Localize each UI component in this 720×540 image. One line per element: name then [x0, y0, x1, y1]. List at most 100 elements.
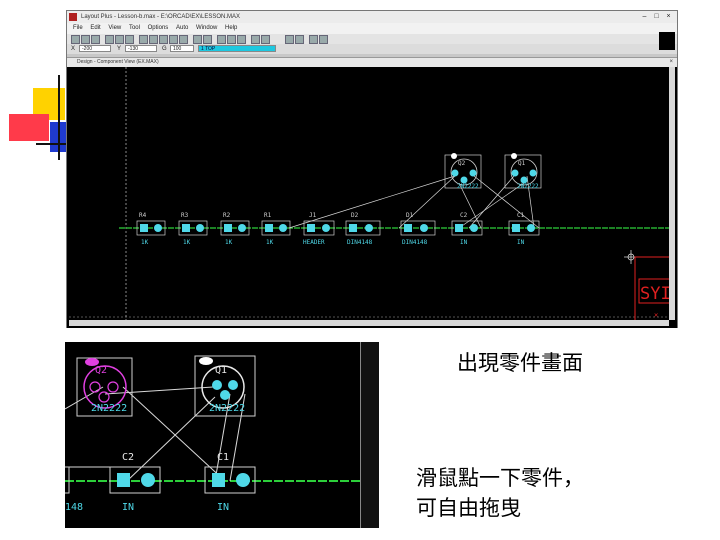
q1-ref: Q1 — [518, 160, 526, 167]
r4-value: 1K — [141, 239, 149, 246]
print-icon[interactable] — [91, 35, 100, 44]
q2-component[interactable]: Q2 2N2222 — [444, 153, 482, 190]
component-tool-icon[interactable] — [139, 35, 148, 44]
zoom-q1-value: 2N2222 — [209, 403, 245, 414]
j1-component[interactable]: J1 HEADER — [303, 212, 335, 246]
caption-drag-instruction: 滑鼠點一下零件， 可自由拖曳 — [416, 463, 584, 523]
autoplace-icon[interactable] — [237, 35, 246, 44]
r1-ref: R1 — [264, 212, 272, 219]
j1-ref: J1 — [309, 212, 317, 219]
minimize-button[interactable]: – — [640, 12, 649, 21]
maximize-button[interactable]: □ — [652, 12, 661, 21]
x-coordinate-field[interactable]: -200 — [79, 45, 111, 52]
c1-value: IN — [517, 239, 525, 246]
menu-auto[interactable]: Auto — [176, 25, 188, 31]
c2-component[interactable]: C2 IN — [451, 212, 483, 246]
menu-file[interactable]: File — [73, 25, 83, 31]
title-bar: Layout Plus - Lesson-b.max - E:\ORCAD\EX… — [67, 11, 677, 23]
menu-tool[interactable]: Tool — [129, 25, 140, 31]
zoomed-view-edge — [360, 342, 379, 528]
zoom-all-icon[interactable] — [125, 35, 134, 44]
r3-component[interactable]: R3 1K — [178, 212, 208, 246]
r3-ref: R3 — [181, 212, 189, 219]
r4-ref: R4 — [139, 212, 147, 219]
about-icon[interactable] — [319, 35, 328, 44]
pad-tool-icon[interactable] — [149, 35, 158, 44]
zoom-in-icon[interactable] — [105, 35, 114, 44]
menu-edit[interactable]: Edit — [90, 25, 100, 31]
symbol-block: SYI ✕ — [634, 256, 669, 320]
black-corner-panel — [659, 32, 675, 50]
r4-component[interactable]: R4 1K — [136, 212, 166, 246]
menu-window[interactable]: Window — [196, 25, 217, 31]
close-button[interactable]: × — [664, 12, 673, 21]
c2-ref: C2 — [460, 212, 468, 219]
r2-component[interactable]: R2 1K — [220, 212, 250, 246]
decor-horizontal-line — [36, 143, 66, 145]
zoom-c2-ref: C2 — [122, 452, 134, 463]
refresh-icon[interactable] — [261, 35, 270, 44]
obstacle-tool-icon[interactable] — [159, 35, 168, 44]
pcb-drawing: Q2 2N2222 Q1 2N2222 R4 1K R3 1K R2 1K R1… — [69, 67, 669, 320]
c1-component[interactable]: C1 IN — [508, 212, 540, 246]
c2-value: IN — [460, 239, 468, 246]
save-icon[interactable] — [81, 35, 90, 44]
menu-bar: File Edit View Tool Options Auto Window … — [67, 23, 677, 34]
error-icon[interactable] — [251, 35, 260, 44]
zoomed-drawing: Q2 2N2222 Q1 2N2222 C2 IN C1 IN 148 — [65, 355, 365, 513]
connection-tool-icon[interactable] — [179, 35, 188, 44]
d2-ref: D2 — [351, 212, 359, 219]
menu-view[interactable]: View — [108, 25, 121, 31]
pcb-canvas[interactable]: Q2 2N2222 Q1 2N2222 R4 1K R3 1K R2 1K R1… — [69, 67, 669, 320]
zoom-q2-ref: Q2 — [95, 365, 107, 376]
coordinate-bar: X -200 Y -130 G 100 1 TOP — [67, 44, 677, 54]
q1-component[interactable]: Q1 2N2222 — [504, 153, 542, 190]
zoom-q2-component[interactable]: Q2 2N2222 — [76, 357, 133, 417]
zoom-c1-component[interactable]: C1 IN — [204, 452, 256, 513]
zoomed-view: Q2 2N2222 Q1 2N2222 C2 IN C1 IN 148 — [65, 342, 378, 528]
zoom-c1-value: IN — [217, 502, 229, 513]
layer-color-icon[interactable] — [285, 35, 294, 44]
menu-help[interactable]: Help — [225, 25, 237, 31]
r2-ref: R2 — [223, 212, 231, 219]
open-icon[interactable] — [71, 35, 80, 44]
caption-component-screen: 出現零件畫面 — [457, 351, 583, 375]
route-tool-icon[interactable] — [193, 35, 202, 44]
zoom-c2-component[interactable]: C2 IN — [109, 452, 161, 513]
d2-component[interactable]: D2 DIN4148 — [345, 212, 381, 246]
q2-ref: Q2 — [458, 160, 466, 167]
decor-vertical-line — [58, 75, 60, 160]
y-coordinate-field[interactable]: -130 — [125, 45, 157, 52]
zoom-out-icon[interactable] — [115, 35, 124, 44]
help-icon[interactable] — [309, 35, 318, 44]
spreadsheet-icon[interactable] — [217, 35, 226, 44]
r2-value: 1K — [225, 239, 233, 246]
drc-icon[interactable] — [203, 35, 212, 44]
zoom-q1-ref: Q1 — [215, 365, 227, 376]
d1-ref: D1 — [406, 212, 414, 219]
text-tool-icon[interactable] — [169, 35, 178, 44]
layer-select[interactable]: 1 TOP — [198, 45, 276, 52]
symbol-label: SYI — [640, 284, 669, 304]
vertical-scrollbar[interactable] — [669, 67, 675, 320]
q1-value: 2N2222 — [517, 183, 539, 190]
svg-text:✕: ✕ — [654, 311, 658, 319]
reconnect-icon[interactable] — [227, 35, 236, 44]
toolbar — [67, 34, 677, 44]
d1-component[interactable]: D1 DIN4148 — [400, 212, 436, 246]
subwindow-close-icon[interactable]: × — [669, 58, 673, 67]
online-drc-icon[interactable] — [295, 35, 304, 44]
grid-label: G — [162, 46, 167, 52]
layout-app-window: Layout Plus - Lesson-b.max - E:\ORCAD\EX… — [66, 10, 678, 328]
horizontal-scrollbar[interactable] — [69, 320, 669, 326]
r1-value: 1K — [266, 239, 274, 246]
zoom-c1-ref: C1 — [217, 452, 229, 463]
subwindow-title-bar: Design - Component View (EX.MAX) × — [67, 58, 677, 67]
r1-component[interactable]: R1 1K — [261, 212, 291, 246]
menu-options[interactable]: Options — [148, 25, 169, 31]
app-icon — [69, 13, 77, 21]
grid-field[interactable]: 100 — [170, 45, 194, 52]
d2-value: DIN4148 — [347, 239, 373, 246]
r3-value: 1K — [183, 239, 191, 246]
x-label: X — [71, 46, 76, 52]
